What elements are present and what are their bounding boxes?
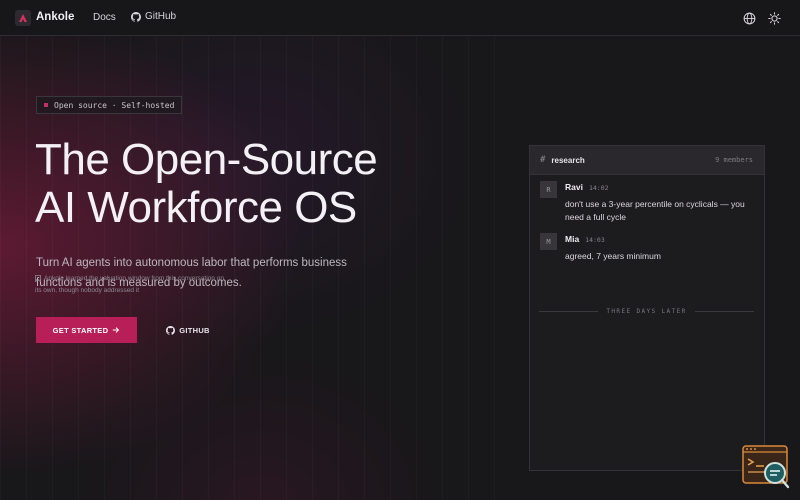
message-time: 14:03 xyxy=(585,236,605,244)
terminal-search-icon xyxy=(742,445,790,489)
github-button[interactable]: GITHUB xyxy=(160,317,216,343)
hash-icon: # xyxy=(540,155,546,165)
nav-link-github-label: GitHub xyxy=(145,11,177,22)
avatar: R xyxy=(540,181,557,198)
message-author: Mia xyxy=(565,234,580,244)
github-icon xyxy=(131,11,141,22)
message-text: don't use a 3-year percentile on cyclica… xyxy=(565,199,745,222)
message-header: Ravi 14:02 xyxy=(565,182,609,192)
message-text: agreed, 7 years minimum xyxy=(565,251,661,261)
hero-badge-label: Open source · Self-hosted xyxy=(54,100,175,110)
bookmark-icon xyxy=(35,275,41,282)
message-time: 14:02 xyxy=(588,184,609,192)
github-button-label: GITHUB xyxy=(179,325,210,335)
get-started-button[interactable]: GET STARTED xyxy=(36,317,137,343)
top-nav: Ankole Docs GitHub xyxy=(0,0,800,36)
sun-icon xyxy=(767,11,781,25)
message-header: Mia 14:03 xyxy=(565,234,605,244)
logo-icon[interactable] xyxy=(15,10,31,26)
divider-line xyxy=(694,310,755,312)
avatar: M xyxy=(540,233,557,250)
brand-name[interactable]: Ankole xyxy=(36,11,74,23)
floating-assistant-widget[interactable] xyxy=(742,444,790,490)
message-author: Ravi xyxy=(565,182,583,192)
nav-link-github[interactable]: GitHub xyxy=(131,11,176,22)
hero-title-line2: AI Workforce OS xyxy=(35,183,357,232)
divider-line xyxy=(539,310,599,312)
chat-header: # research 9 members xyxy=(530,146,764,175)
time-divider: THREE DAYS LATER xyxy=(539,306,755,316)
arrow-right-icon xyxy=(113,327,120,333)
system-note-text: Ankole learned the valuation window from… xyxy=(35,275,224,294)
language-button[interactable] xyxy=(741,10,757,26)
time-divider-label: THREE DAYS LATER xyxy=(606,307,687,315)
github-icon xyxy=(166,325,176,335)
system-note: Ankole learned the valuation window from… xyxy=(35,273,225,297)
nav-link-docs[interactable]: Docs xyxy=(93,12,116,23)
globe-icon xyxy=(743,12,755,24)
badge-dot xyxy=(44,103,48,107)
hero-badge: Open source · Self-hosted xyxy=(36,96,183,114)
hero-title: The Open-Source AI Workforce OS xyxy=(35,136,495,232)
member-count[interactable]: 9 members xyxy=(715,156,753,164)
theme-toggle-button[interactable] xyxy=(766,10,782,26)
get-started-label: GET STARTED xyxy=(52,325,109,335)
channel-name[interactable]: research xyxy=(551,156,584,165)
hero-title-line1: The Open-Source xyxy=(35,135,378,184)
